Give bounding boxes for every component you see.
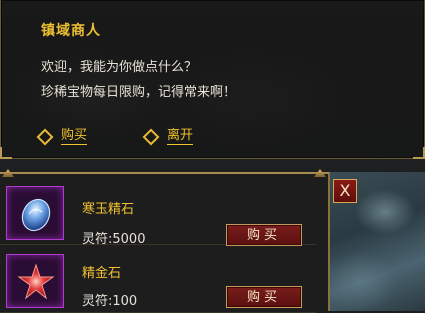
buy-button[interactable]: 购买 — [226, 286, 302, 308]
item-slot[interactable] — [6, 186, 64, 240]
npc-name: 镇域商人 — [41, 23, 101, 39]
red-star-stone-icon — [17, 263, 55, 300]
item-price: 灵符:100 — [82, 294, 138, 309]
diamond-icon — [36, 128, 54, 145]
diamond-icon — [142, 128, 160, 145]
dialog-option-leave[interactable]: 离开 — [142, 128, 194, 145]
option-label: 离开 — [167, 128, 194, 145]
dialog-option-buy[interactable]: 购买 — [36, 128, 88, 145]
item-name: 寒玉精石 — [82, 202, 135, 217]
item-name: 精金石 — [82, 266, 122, 281]
frame-corner — [0, 147, 12, 159]
blue-jade-stone-icon — [21, 198, 51, 232]
npc-dialog: 镇域商人 欢迎，我能为你做点什么？ 珍稀宝物每日限购，记得常来啊！ 购买 离开 — [0, 0, 425, 159]
item-slot[interactable] — [6, 254, 64, 308]
shop-item: 寒玉精石 灵符:5000 购买 — [0, 182, 316, 247]
close-button[interactable]: X — [333, 179, 357, 203]
option-label: 购买 — [61, 128, 88, 145]
npc-message: 珍稀宝物每日限购，记得常来啊！ — [41, 85, 237, 100]
frame-corner — [413, 147, 425, 159]
shop-window: 寒玉精石 灵符:5000 购买 精金石 灵符:100 购买 — [0, 169, 330, 313]
shop-item: 精金石 灵符:100 购买 — [0, 250, 316, 313]
buy-button[interactable]: 购买 — [226, 224, 302, 246]
npc-greeting: 欢迎，我能为你做点什么？ — [41, 60, 198, 75]
item-price: 灵符:5000 — [82, 232, 146, 247]
